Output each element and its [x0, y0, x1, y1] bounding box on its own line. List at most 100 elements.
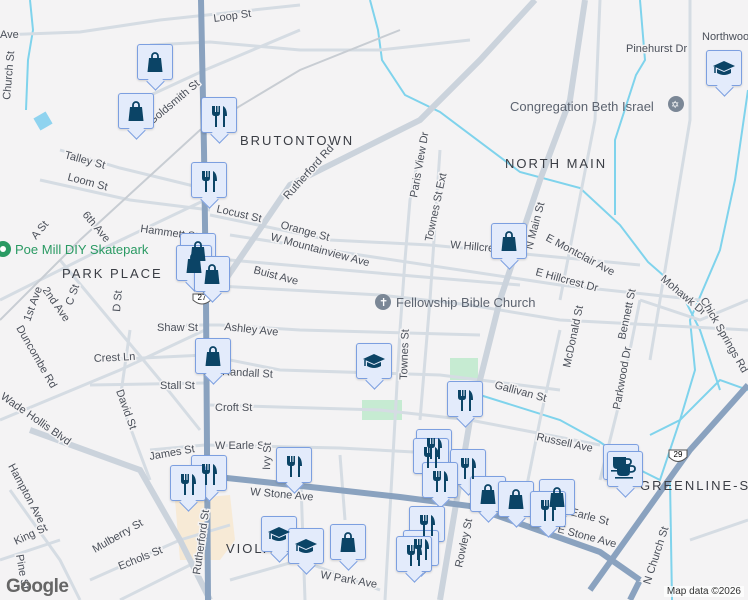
svg-text:James St: James St: [148, 443, 195, 463]
svg-text:Church St: Church St: [1, 50, 17, 100]
svg-text:Rowley St: Rowley St: [453, 518, 475, 569]
map-attribution[interactable]: Map data ©2026: [663, 586, 744, 597]
restaurant-marker[interactable]: [276, 447, 312, 483]
school-marker[interactable]: [261, 516, 297, 552]
svg-text:Parkwood Dr: Parkwood Dr: [611, 345, 634, 410]
svg-text:29: 29: [674, 450, 683, 459]
shopping-bag-icon: [204, 264, 220, 284]
graduation-cap-icon: [268, 527, 290, 541]
poi-park[interactable]: Poe Mill DIY Skatepark: [0, 241, 149, 257]
shopping-marker[interactable]: [195, 338, 231, 374]
restaurant-marker[interactable]: [450, 449, 486, 485]
map-canvas[interactable]: 27 29 BRUTONTOWN NORTH MAIN PARK PLACE V…: [0, 0, 748, 600]
shopping-bag-icon: [340, 532, 356, 552]
restaurant-icon: [407, 545, 422, 566]
shopping-bag-icon: [205, 346, 221, 366]
restaurant-icon: [461, 458, 476, 479]
restaurant-marker[interactable]: [422, 462, 458, 498]
svg-text:McDonald St: McDonald St: [561, 305, 586, 369]
restaurant-icon: [458, 390, 473, 411]
google-logo[interactable]: Google: [6, 576, 69, 598]
svg-text:Echols St: Echols St: [117, 544, 165, 573]
street-labels: Loop St Goldsmith St Rutherford Rd Talle…: [0, 6, 748, 592]
shopping-bag-icon: [508, 489, 524, 509]
svg-text:Townes St Ext: Townes St Ext: [423, 172, 449, 243]
poi-synagogue[interactable]: ✡ Congregation Beth Israel: [510, 96, 684, 114]
poi-church[interactable]: ✝ Fellowship Bible Church: [375, 294, 535, 310]
neighborhood-label: PARK PLACE: [62, 266, 163, 281]
graduation-cap-icon: [713, 61, 735, 75]
svg-text:Buist Ave: Buist Ave: [252, 264, 299, 287]
svg-text:Loop St: Loop St: [213, 8, 252, 25]
svg-text:Ivy St: Ivy St: [261, 442, 274, 470]
restaurant-icon: [212, 106, 227, 127]
shopping-marker[interactable]: [137, 44, 173, 80]
shopping-bag-icon: [128, 101, 144, 121]
svg-text:Rutherford Rd: Rutherford Rd: [281, 143, 336, 202]
restaurant-marker[interactable]: [447, 381, 483, 417]
neighborhood-label: NORTH MAIN: [505, 156, 607, 171]
svg-text:David St: David St: [113, 388, 138, 431]
shopping-bag-icon: [501, 231, 517, 251]
restaurant-marker[interactable]: [191, 162, 227, 198]
svg-text:Ave: Ave: [0, 29, 19, 41]
n-church-st-road: [627, 578, 643, 600]
restaurant-marker[interactable]: [396, 536, 432, 572]
school-marker[interactable]: [706, 50, 742, 86]
restaurant-icon: [541, 500, 556, 521]
svg-text:Northwood: Northwood: [702, 31, 748, 43]
cross-icon: ✝: [379, 297, 388, 309]
svg-text:Crest Ln: Crest Ln: [94, 351, 136, 365]
svg-text:Congregation Beth Israel: Congregation Beth Israel: [510, 99, 654, 114]
svg-text:Fellowship Bible Church: Fellowship Bible Church: [396, 295, 535, 310]
cafe-marker[interactable]: [607, 451, 643, 487]
svg-text:C St: C St: [64, 283, 83, 307]
restaurant-icon: [181, 474, 196, 495]
restaurant-icon: [433, 471, 448, 492]
svg-text:Chick Springs Rd: Chick Springs Rd: [697, 296, 748, 376]
pond: [33, 111, 53, 131]
svg-text:W Park Ave: W Park Ave: [319, 569, 377, 591]
restaurant-marker[interactable]: [530, 491, 566, 527]
coffee-cup-icon: [615, 464, 636, 479]
svg-text:Pinehurst Dr: Pinehurst Dr: [626, 43, 687, 55]
shopping-bag-icon: [480, 484, 496, 504]
restaurant-icon: [202, 171, 217, 192]
school-marker[interactable]: [356, 343, 392, 379]
svg-text:Stall St: Stall St: [160, 380, 195, 392]
neighborhood-label: BRUTONTOWN: [240, 133, 354, 148]
svg-text:Talley St: Talley St: [63, 149, 106, 171]
svg-text:Poe Mill DIY Skatepark: Poe Mill DIY Skatepark: [15, 242, 149, 257]
graduation-cap-icon: [295, 539, 317, 553]
svg-text:Croft St: Croft St: [215, 402, 252, 414]
graduation-cap-icon: [363, 354, 385, 368]
svg-text:Mulberry St: Mulberry St: [91, 517, 146, 556]
svg-text:Ashley Ave: Ashley Ave: [224, 321, 279, 339]
svg-text:A St: A St: [29, 219, 51, 242]
svg-text:Wade Hollis Blvd: Wade Hollis Blvd: [0, 391, 73, 448]
svg-text:Shaw St: Shaw St: [157, 322, 198, 334]
svg-text:W Earle St: W Earle St: [215, 440, 268, 452]
restaurant-icon: [420, 515, 435, 536]
restaurant-marker[interactable]: [201, 97, 237, 133]
svg-text:1st Ave: 1st Ave: [22, 285, 46, 323]
restaurant-marker[interactable]: [170, 465, 206, 501]
svg-text:D St: D St: [111, 290, 125, 312]
school-marker[interactable]: [288, 528, 324, 564]
route-29-shield: 29: [668, 449, 688, 462]
star-of-david-icon: ✡: [671, 100, 679, 111]
restaurant-icon: [424, 447, 439, 468]
shopping-marker[interactable]: [194, 256, 230, 292]
shopping-marker[interactable]: [330, 524, 366, 560]
svg-text:Duncombe Rd: Duncombe Rd: [13, 324, 59, 391]
svg-text:Bennett St: Bennett St: [616, 288, 638, 341]
shopping-marker[interactable]: [470, 476, 506, 512]
shopping-marker[interactable]: [491, 223, 527, 259]
svg-text:Paris View Dr: Paris View Dr: [408, 131, 431, 199]
svg-text:Townes St: Townes St: [398, 329, 412, 380]
svg-text:N Church St: N Church St: [641, 525, 671, 586]
shopping-bag-icon: [147, 52, 163, 72]
svg-text:Earle St: Earle St: [569, 506, 610, 528]
shopping-marker[interactable]: [498, 481, 534, 517]
shopping-marker[interactable]: [118, 93, 154, 129]
